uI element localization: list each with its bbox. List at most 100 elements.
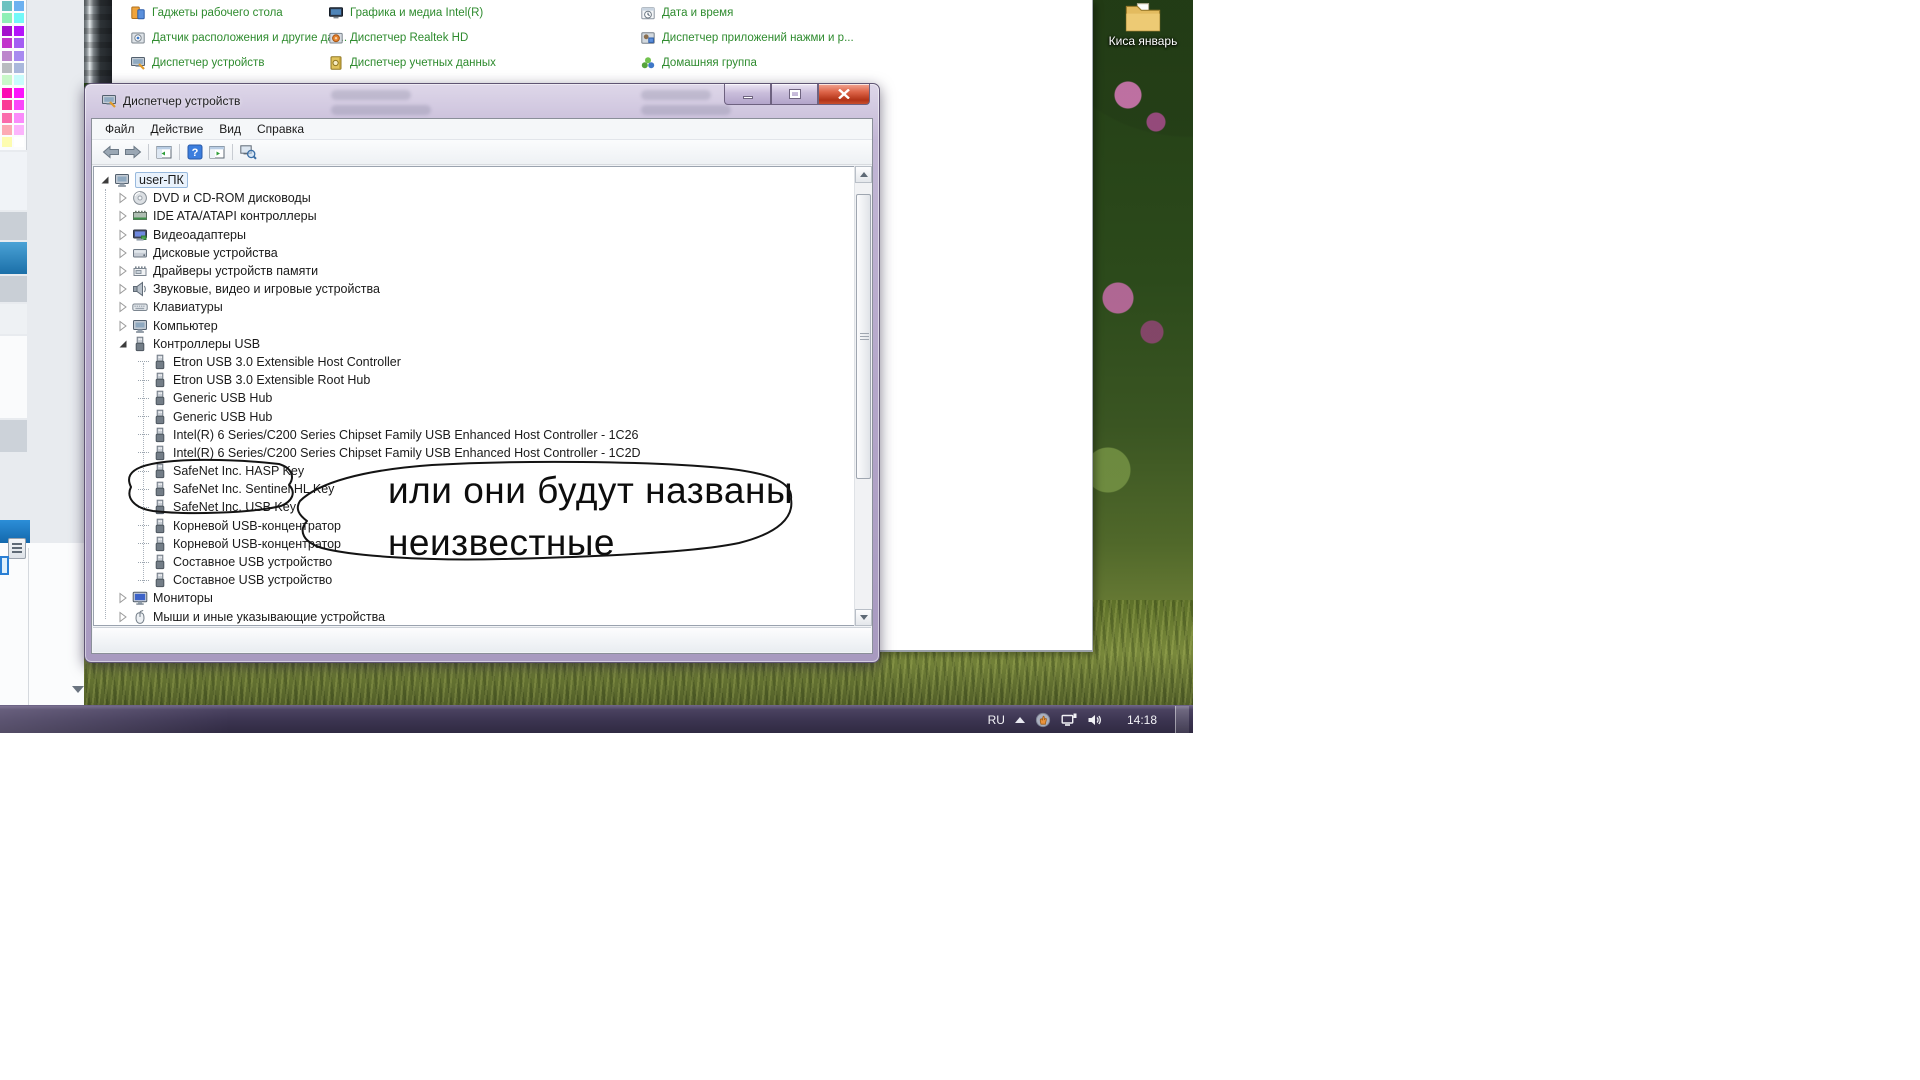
tree-item[interactable]: Generic USB Hub [94, 389, 852, 407]
tree-item[interactable]: user-ПК [94, 171, 852, 189]
expander-collapsed-icon[interactable] [118, 592, 128, 604]
tree-item[interactable]: Intel(R) 6 Series/C200 Series Chipset Fa… [94, 426, 852, 444]
menu-item-view[interactable]: Вид [211, 120, 249, 138]
scrollbar-thumb[interactable] [856, 194, 871, 479]
tree-item[interactable]: Компьютер [94, 317, 852, 335]
tree-item[interactable]: Составное USB устройство [94, 571, 852, 589]
menu-item-help[interactable]: Справка [249, 120, 312, 138]
palette-swatch[interactable] [2, 125, 12, 135]
thumbnail-fragment[interactable] [0, 556, 9, 575]
expander-collapsed-icon[interactable] [118, 247, 128, 259]
palette-swatch[interactable] [2, 137, 12, 147]
taskbar-clock[interactable]: 14:18 [1127, 713, 1157, 727]
expander-expanded-icon[interactable] [100, 174, 110, 186]
hand-app-icon[interactable] [1035, 712, 1051, 728]
control-panel-item-label: Диспетчер устройств [152, 57, 264, 69]
control-panel-item[interactable]: Домашняя группа [640, 54, 757, 72]
taskbar[interactable]: RU 14:18 [0, 705, 1193, 733]
palette-swatch[interactable] [14, 63, 24, 73]
palette-swatch[interactable] [14, 51, 24, 61]
tree-item[interactable]: Дисковые устройства [94, 244, 852, 262]
control-panel-item[interactable]: Диспетчер Realtek HD [328, 29, 468, 47]
tree-item[interactable]: IDE ATA/ATAPI контроллеры [94, 207, 852, 225]
tree-scrollbar[interactable] [854, 166, 871, 626]
palette-swatch[interactable] [14, 100, 24, 110]
palette-swatch[interactable] [2, 113, 12, 123]
tree-item[interactable]: DVD и CD-ROM дисководы [94, 189, 852, 207]
tree-item[interactable]: Generic USB Hub [94, 407, 852, 425]
palette-swatch[interactable] [14, 75, 24, 85]
palette-swatch[interactable] [2, 75, 12, 85]
language-indicator[interactable]: RU [988, 713, 1005, 727]
close-button[interactable] [818, 84, 870, 105]
palette-swatch[interactable] [2, 26, 12, 36]
palette-swatch[interactable] [2, 38, 12, 48]
back-arrow-icon[interactable] [100, 142, 122, 163]
tree-item-label: Составное USB устройство [173, 555, 332, 569]
palette-swatch[interactable] [2, 51, 12, 61]
control-panel-item[interactable]: Графика и медиа Intel(R) [328, 4, 483, 22]
control-panel-item[interactable]: Датчик расположения и другие дат... [130, 29, 347, 47]
tree-item[interactable]: Звуковые, видео и игровые устройства [94, 280, 852, 298]
show-action-pane-icon[interactable] [206, 142, 228, 163]
tree-item[interactable]: Etron USB 3.0 Extensible Host Controller [94, 353, 852, 371]
control-panel-item[interactable]: Диспетчер приложений нажми и р... [640, 29, 854, 47]
list-button[interactable] [8, 538, 26, 559]
palette-swatch[interactable] [14, 26, 24, 36]
show-desktop-button[interactable] [1175, 706, 1189, 734]
scan-hardware-icon[interactable] [237, 142, 259, 163]
control-panel-item[interactable]: Диспетчер устройств [130, 54, 264, 72]
tree-item[interactable]: Etron USB 3.0 Extensible Root Hub [94, 371, 852, 389]
tree-item[interactable]: Драйверы устройств памяти [94, 262, 852, 280]
palette-swatch[interactable] [2, 1, 12, 11]
forward-arrow-icon[interactable] [122, 142, 144, 163]
control-panel-item[interactable]: Дата и время [640, 4, 733, 22]
palette-swatch[interactable] [14, 113, 24, 123]
scroll-down-icon[interactable] [72, 686, 84, 693]
expander-collapsed-icon[interactable] [118, 320, 128, 332]
maximize-button[interactable] [771, 84, 818, 105]
palette-swatch[interactable] [14, 38, 24, 48]
palette-swatch[interactable] [2, 13, 12, 23]
panel-blue-button[interactable] [0, 242, 27, 274]
show-console-tree-icon[interactable] [153, 142, 175, 163]
tree-item[interactable]: Мониторы [94, 589, 852, 607]
palette-swatch[interactable] [14, 1, 24, 11]
tree-item[interactable]: Контроллеры USB [94, 335, 852, 353]
hidden-icons-arrow-icon[interactable] [1015, 717, 1025, 723]
palette-swatch[interactable] [2, 63, 12, 73]
volume-icon[interactable] [1087, 712, 1103, 728]
expander-expanded-icon[interactable] [118, 338, 128, 350]
device-manager-titlebar[interactable]: Диспетчер устройств [85, 84, 879, 118]
expander-collapsed-icon[interactable] [118, 210, 128, 222]
control-panel-item[interactable]: Диспетчер учетных данных [328, 54, 496, 72]
palette-swatch[interactable] [14, 125, 24, 135]
tree-connector [138, 543, 149, 544]
scroll-down-icon[interactable] [855, 609, 872, 626]
control-panel-item[interactable]: Гаджеты рабочего стола [130, 4, 283, 22]
tree-item[interactable]: Клавиатуры [94, 298, 852, 316]
expander-collapsed-icon[interactable] [118, 283, 128, 295]
partial-window-body [0, 543, 84, 705]
palette-swatch[interactable] [14, 137, 24, 147]
tree-item[interactable]: Intel(R) 6 Series/C200 Series Chipset Fa… [94, 444, 852, 462]
scroll-up-icon[interactable] [855, 166, 872, 183]
network-icon[interactable] [1061, 712, 1077, 728]
desktop-folder-kisa[interactable]: Киса январь [1104, 2, 1182, 48]
expander-collapsed-icon[interactable] [118, 229, 128, 241]
menu-item-file[interactable]: Файл [97, 120, 143, 138]
help-icon[interactable] [184, 142, 206, 163]
control-panel-item-label: Графика и медиа Intel(R) [350, 7, 483, 19]
expander-collapsed-icon[interactable] [118, 611, 128, 623]
palette-swatch[interactable] [2, 88, 12, 98]
expander-collapsed-icon[interactable] [118, 192, 128, 204]
menu-item-action[interactable]: Действие [143, 120, 212, 138]
minimize-button[interactable] [724, 84, 771, 105]
palette-swatch[interactable] [14, 88, 24, 98]
tree-item[interactable]: Мыши и иные указывающие устройства [94, 608, 852, 626]
palette-swatch[interactable] [2, 100, 12, 110]
tree-item[interactable]: Видеоадаптеры [94, 226, 852, 244]
expander-collapsed-icon[interactable] [118, 301, 128, 313]
palette-swatch[interactable] [14, 13, 24, 23]
expander-collapsed-icon[interactable] [118, 265, 128, 277]
